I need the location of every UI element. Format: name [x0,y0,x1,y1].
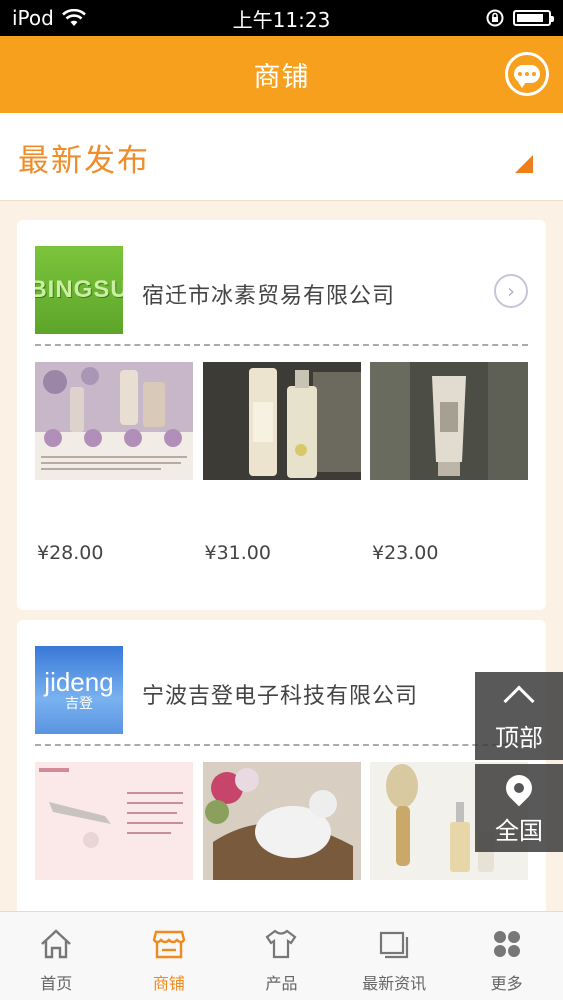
nationwide-label: 全国 [495,816,543,845]
status-bar: iPod 上午11:23 [0,0,563,36]
store-card[interactable]: jideng 吉登 宁波吉登电子科技有限公司 [17,620,546,920]
product-image[interactable] [202,762,361,880]
section-header: 最新发布 [0,113,563,201]
product-item[interactable] [202,762,361,880]
back-to-top-label: 顶部 [495,723,543,752]
chevron-right-icon[interactable]: › [494,274,528,308]
header-bar: 商铺 [0,36,563,113]
tab-more[interactable]: 更多 [450,912,563,1000]
chat-bubble-icon [514,65,540,88]
nationwide-button[interactable]: 全国 [475,764,563,852]
product-price: ¥31.00 [204,542,271,564]
product-image[interactable] [202,362,361,480]
tab-label: 产品 [265,974,298,993]
news-icon [379,931,409,959]
store-card[interactable]: BINGSU 宿迁市冰素贸易有限公司 › ¥28.00 ¥31.00 ¥23.0… [17,220,546,610]
tab-label: 商铺 [152,974,185,993]
product-item[interactable]: ¥28.00 [35,362,193,564]
product-item[interactable] [35,762,193,880]
tab-label: 更多 [490,974,523,993]
page-title: 商铺 [253,62,310,93]
dashed-divider [35,344,528,346]
shop-icon [152,930,186,959]
product-image[interactable] [35,362,193,480]
chevron-up-icon [503,684,535,717]
store-name[interactable]: 宁波吉登电子科技有限公司 [142,678,418,710]
product-image[interactable] [370,362,528,480]
tab-news[interactable]: 最新资讯 [338,912,451,1000]
tab-home[interactable]: 首页 [0,912,113,1000]
store-name[interactable]: 宿迁市冰素贸易有限公司 [142,278,395,310]
product-price: ¥23.00 [372,542,439,564]
battery-icon [513,10,554,26]
chat-button[interactable] [505,52,549,96]
home-icon [41,929,72,959]
store-logo[interactable]: jideng 吉登 [35,646,123,734]
section-title: 最新发布 [18,143,150,179]
product-item[interactable]: ¥31.00 [202,362,361,564]
rotation-lock-icon [486,9,504,27]
wifi-icon [61,9,86,26]
tab-label: 最新资讯 [362,974,427,993]
dashed-divider [35,744,528,746]
back-to-top-button[interactable]: 顶部 [475,672,563,760]
corner-triangle-icon[interactable] [515,155,533,173]
shirt-icon [265,929,297,959]
product-item[interactable]: ¥23.00 [370,362,528,564]
tab-products[interactable]: 产品 [225,912,338,1000]
tab-label: 首页 [40,974,73,993]
product-price: ¥28.00 [37,542,104,564]
location-pin-icon [500,769,538,806]
product-image[interactable] [35,762,193,880]
bottom-tab-bar: 首页 商铺 产品 最新资讯 更多 [0,911,563,1000]
carrier-label: iPod [12,6,54,30]
store-logo[interactable]: BINGSU [35,246,123,334]
tab-shop[interactable]: 商铺 [113,912,226,1000]
more-icon [493,931,520,957]
